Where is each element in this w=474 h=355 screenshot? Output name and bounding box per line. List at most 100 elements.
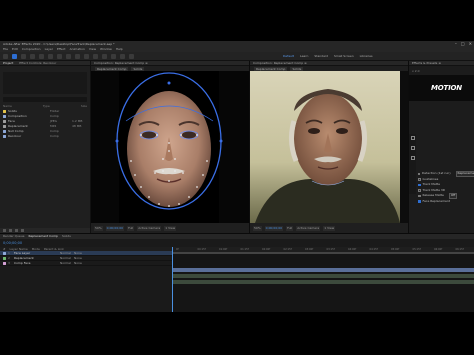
timeline-header: 0;00;00;00 [0, 239, 474, 247]
tab-replacement-comp[interactable]: Replacement Comp [29, 234, 58, 239]
option-checkbox[interactable] [418, 200, 421, 203]
viewer-right-timecode[interactable]: 0;00;00;00 [264, 225, 284, 231]
clone-tool-icon[interactable] [102, 53, 107, 59]
tab-solids[interactable]: Solids [62, 234, 71, 239]
camera-tool-icon[interactable] [48, 53, 53, 59]
project-item[interactable]: Recolour Comp [3, 134, 87, 139]
folder-icon[interactable] [410, 136, 415, 140]
viewer-left-timecode[interactable]: 0;00;00;00 [105, 225, 125, 231]
left-eye [142, 131, 156, 139]
layer-parent-dropdown[interactable]: None [74, 261, 94, 266]
ruler-tick-label: 04:00f [348, 248, 357, 251]
ruler-tick-label: 01:00f [219, 248, 228, 251]
viewer-left-canvas[interactable] [91, 71, 249, 223]
interpret-footage-icon[interactable] [3, 229, 6, 232]
tab-render-queue[interactable]: Render Queue [3, 234, 25, 239]
current-time-display[interactable]: 0;00;00;00 [3, 241, 22, 245]
workspace-libraries[interactable]: Libraries [360, 54, 373, 58]
label-color-swatch[interactable] [3, 115, 6, 118]
column-name[interactable]: Name [3, 104, 12, 108]
viewer-right-footer: 50% 0;00;00;00 Full Active Camera 1 View [250, 223, 408, 233]
viewer-right-canvas[interactable] [250, 71, 408, 223]
window-title: Adobe After Effects 2020 - C:\Users\Desk… [3, 42, 115, 46]
brush-tool-icon[interactable] [93, 53, 98, 59]
option-dropdown[interactable]: Off [448, 193, 458, 199]
trash-icon[interactable] [21, 229, 24, 232]
workspace-learn[interactable]: Learn [300, 54, 308, 58]
viewer-left-zoom[interactable]: 50% [94, 225, 103, 231]
shape-tool-icon[interactable] [66, 53, 71, 59]
workspace-small-screen[interactable]: Small Screen [334, 54, 354, 58]
column-size[interactable]: Size [81, 104, 87, 108]
label-color-swatch[interactable] [3, 135, 6, 138]
label-color-swatch[interactable] [3, 110, 6, 113]
home-tool-icon[interactable] [3, 53, 8, 59]
workspace-default[interactable]: Default [283, 54, 294, 58]
tab-project[interactable]: Project [3, 61, 13, 65]
viewer-right-zoom[interactable]: 50% [253, 225, 262, 231]
pan-behind-tool-icon[interactable] [57, 53, 62, 59]
zoom-tool-icon[interactable] [30, 53, 35, 59]
viewer-right-resolution[interactable]: Full [286, 225, 294, 231]
option-checkbox[interactable] [418, 183, 421, 186]
motion-logo: MOTION [431, 84, 462, 92]
eraser-tool-icon[interactable] [111, 53, 116, 59]
layer-mode-dropdown[interactable]: Normal [60, 261, 72, 266]
current-time-indicator[interactable] [172, 247, 173, 312]
column-type[interactable]: Type [43, 104, 50, 108]
workspace-standard[interactable]: Standard [314, 54, 328, 58]
work-area-bar[interactable] [172, 252, 474, 254]
ruler-tick-label: 03:15f [326, 248, 335, 251]
label-color-swatch[interactable] [3, 125, 6, 128]
new-composition-icon[interactable] [15, 229, 18, 232]
ruler-tick-label: 04:15f [369, 248, 378, 251]
layer-number: 3 [8, 260, 10, 265]
timeline-track-area[interactable]: 0f 00:15f 01:00f 01:15f 02:00f 02:15f 03:00f 03… [172, 247, 474, 312]
viewer-right-camera[interactable]: Active Camera [296, 225, 321, 231]
layer-duration-bar[interactable] [172, 268, 474, 272]
project-search-input[interactable] [3, 97, 87, 102]
effects-panel-title[interactable]: Effects & Presets ≡ [409, 61, 474, 66]
option-checkbox[interactable] [418, 189, 421, 192]
roto-tool-icon[interactable] [120, 53, 125, 59]
plugin-version: v 2.0 [412, 69, 420, 73]
viewer-right-subtab-solids[interactable]: Solids [290, 66, 304, 71]
viewer-left-subtab-solids[interactable]: Solids [131, 66, 145, 71]
composition-viewer-right: Composition: Replacement Comp ≡ Replacem… [250, 61, 409, 233]
type-tool-icon[interactable] [84, 53, 89, 59]
layer-duration-bar[interactable] [172, 280, 474, 284]
new-folder-icon[interactable] [9, 229, 12, 232]
layer-duration-bar[interactable] [172, 274, 474, 278]
puppet-tool-icon[interactable] [129, 53, 134, 59]
layer-color-swatch[interactable] [3, 251, 6, 255]
cursor-icon[interactable] [410, 146, 415, 150]
viewer-right-subtab-comp[interactable]: Replacement Comp [254, 66, 288, 71]
project-panel-tabs: Project Effect Controls: Recolour [0, 61, 90, 66]
pen-tool-icon[interactable] [75, 53, 80, 59]
label-color-swatch[interactable] [3, 130, 6, 133]
option-checkbox[interactable] [418, 172, 420, 175]
label-color-swatch[interactable] [3, 120, 6, 123]
project-item-list: Solids Folder Composition Comp Face JPEG 1.2 M… [3, 109, 87, 139]
viewer-left-resolution[interactable]: Full [127, 225, 135, 231]
tab-effect-controls[interactable]: Effect Controls: Recolour [19, 61, 56, 65]
ruler-tick-label: 06:00f [434, 248, 443, 251]
viewer-left-camera[interactable]: Active Camera [137, 225, 162, 231]
tools-bar: Default Learn Standard Small Screen Libr… [0, 52, 474, 61]
plugin-option[interactable]: Face Replacement [418, 199, 473, 205]
viewer-left-views[interactable]: 1 View [164, 225, 177, 231]
plugin-options-list: Detection (1st run)Replacement CompGuide… [418, 171, 474, 205]
viewer-right-views[interactable]: 1 View [323, 225, 336, 231]
option-checkbox[interactable] [418, 194, 421, 197]
viewer-left-subtab-comp[interactable]: Replacement Comp [95, 66, 129, 71]
layer-name[interactable]: Comp Face [14, 261, 58, 266]
settings-icon[interactable] [410, 156, 415, 160]
hand-tool-icon[interactable] [21, 53, 26, 59]
option-checkbox[interactable] [418, 178, 421, 181]
layer-color-swatch[interactable] [3, 261, 6, 265]
project-item-type: Comp [50, 134, 59, 138]
selection-tool-icon[interactable] [12, 53, 17, 59]
rotate-tool-icon[interactable] [39, 53, 44, 59]
layer-color-swatch[interactable] [3, 256, 6, 260]
option-dropdown[interactable]: Replacement Comp [455, 171, 474, 177]
